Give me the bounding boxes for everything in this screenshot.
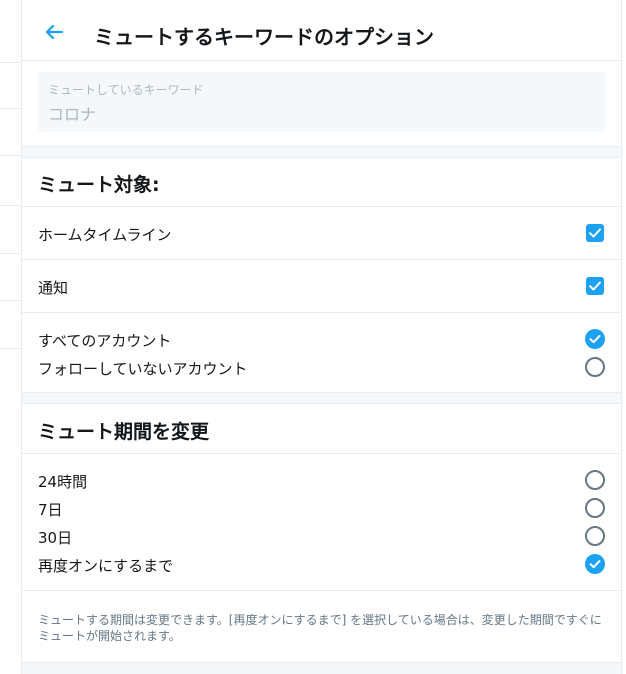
duration-help-text: ミュートする期間は変更できます。[再度オンにするまで] を選択している場合は、変… [38, 613, 602, 643]
all-accounts-radio[interactable] [585, 329, 605, 349]
section-separator [22, 662, 621, 674]
divider [22, 259, 621, 260]
duration-until-unmuted-radio[interactable] [585, 554, 605, 574]
divider [22, 453, 621, 454]
duration-7d-radio[interactable] [585, 498, 605, 518]
checkmark-icon [589, 281, 601, 291]
checkmark-icon [589, 335, 601, 344]
home-timeline-label: ホームタイムライン [38, 226, 172, 244]
notifications-checkbox[interactable] [586, 277, 604, 295]
divider [22, 206, 621, 207]
divider [0, 253, 21, 254]
divider [0, 300, 21, 301]
non-followed-accounts-radio[interactable] [585, 357, 605, 377]
mute-keyword-options-panel: ミュートするキーワードのオプション ミュートしているキーワード コロナ ミュート… [21, 0, 622, 674]
section-separator [22, 392, 621, 404]
divider [0, 62, 21, 63]
mute-from-title: ミュート対象: [38, 174, 160, 196]
arrow-left-icon [45, 24, 64, 40]
divider [0, 108, 21, 109]
muted-keyword-value: コロナ [48, 105, 97, 124]
duration-30d-radio[interactable] [585, 526, 605, 546]
divider [22, 590, 621, 591]
checkmark-icon [589, 560, 601, 569]
duration-title: ミュート期間を変更 [38, 421, 210, 443]
duration-30d-label: 30日 [38, 529, 73, 547]
duration-24h-label: 24時間 [38, 473, 88, 491]
non-followed-accounts-label: フォローしていないアカウント [38, 360, 248, 378]
header: ミュートするキーワードのオプション [22, 8, 621, 61]
home-timeline-checkbox[interactable] [586, 224, 604, 242]
divider [22, 312, 621, 313]
right-edge [622, 0, 626, 674]
checkmark-icon [589, 228, 601, 238]
all-accounts-label: すべてのアカウント [38, 332, 172, 350]
duration-until-unmuted-label: 再度オンにするまで [38, 557, 174, 575]
divider [0, 348, 21, 349]
divider [0, 155, 21, 156]
section-separator [22, 146, 621, 158]
muted-keyword-label: ミュートしているキーワード [48, 83, 204, 97]
back-button[interactable] [42, 20, 66, 44]
background-timeline-strip [0, 0, 21, 674]
page-title: ミュートするキーワードのオプション [94, 25, 434, 49]
keyword-field-section: ミュートしているキーワード コロナ [22, 61, 621, 146]
duration-7d-label: 7日 [38, 501, 63, 519]
duration-24h-radio[interactable] [585, 470, 605, 490]
muted-keyword-field[interactable]: ミュートしているキーワード コロナ [38, 72, 605, 132]
notifications-label: 通知 [38, 279, 69, 297]
divider [0, 205, 21, 206]
